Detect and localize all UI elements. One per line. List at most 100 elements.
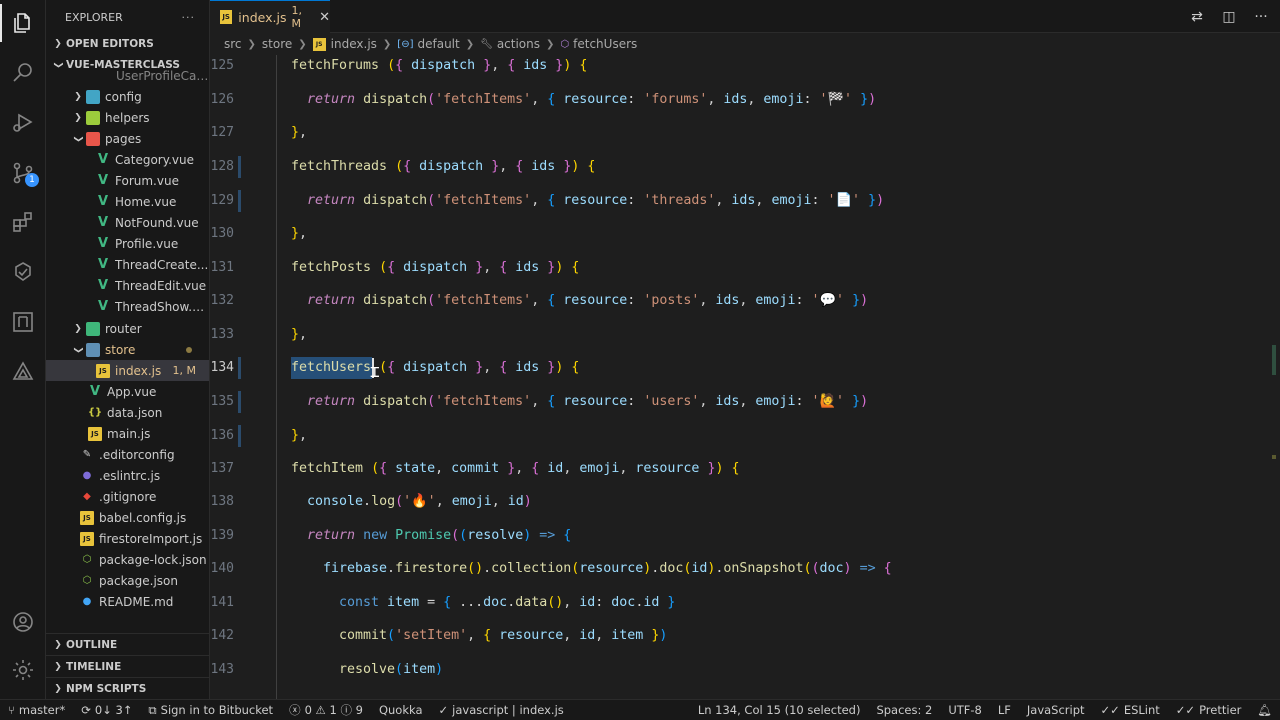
editorconfig-file-icon: ✎ — [82, 449, 92, 460]
code-line: 138 console.log('🔥', emoji, id) — [210, 491, 1270, 513]
breadcrumb-item[interactable]: fetchUsers — [573, 37, 637, 51]
cursor-position-status[interactable]: Ln 134, Col 15 (10 selected) — [690, 703, 869, 717]
remote-explorer-icon[interactable] — [0, 299, 46, 345]
notifications-icon[interactable]: 🔔︎ — [1249, 703, 1280, 717]
chevron-right-icon: ❯ — [54, 639, 62, 650]
line-number: 143 — [210, 662, 234, 677]
breadcrumb-item[interactable]: actions — [497, 37, 540, 51]
gutter-change-marker — [238, 357, 241, 379]
tree-file-index-js[interactable]: JS index.js 1, M — [46, 360, 209, 381]
vue-file-icon: V — [97, 215, 109, 230]
account-icon[interactable] — [0, 599, 46, 645]
quokka-icon[interactable] — [0, 349, 46, 395]
code-line: 127}, — [210, 122, 1270, 144]
gutter-change-marker — [238, 391, 241, 413]
breadcrumb-item[interactable]: index.js — [331, 37, 377, 51]
tree-folder-router[interactable]: ❯ router — [46, 318, 209, 339]
language-path-status[interactable]: ✓ javascript | index.js — [431, 703, 572, 717]
wrench-icon: 🔧︎ — [480, 38, 493, 50]
tree-file-category-vue[interactable]: V Category.vue — [46, 149, 209, 170]
code-editor[interactable]: 125 fetchForums ({ dispatch }, { ids }) {… — [210, 55, 1280, 699]
tree-file-profile-vue[interactable]: V Profile.vue — [46, 233, 209, 254]
timeline-section[interactable]: ❯ TIMELINE — [46, 655, 209, 677]
code-line: 128 fetchThreads ({ dispatch }, { ids }) … — [210, 156, 1270, 178]
tree-file-package-json[interactable]: ⬡ package.json — [46, 570, 209, 591]
breadcrumb-item[interactable]: src — [224, 37, 242, 51]
tree-file-main-js[interactable]: JS main.js — [46, 423, 209, 444]
line-number: 129 — [210, 193, 234, 208]
tree-file-threadedit-vue[interactable]: V ThreadEdit.vue — [46, 275, 209, 296]
tree-file-home-vue[interactable]: V Home.vue — [46, 191, 209, 212]
tree-folder-config[interactable]: ❯ config — [46, 86, 209, 107]
branch-icon: ⑂ — [8, 703, 15, 717]
tree-item-label: index.js — [115, 363, 162, 378]
run-debug-icon[interactable] — [0, 99, 46, 145]
close-icon[interactable]: ✕ — [319, 10, 330, 25]
tree-file-babel-config[interactable]: JS babel.config.js — [46, 507, 209, 528]
npm-scripts-section[interactable]: ❯ NPM SCRIPTS — [46, 677, 209, 699]
eol-status[interactable]: LF — [990, 703, 1019, 717]
search-icon[interactable] — [0, 49, 46, 95]
eslint-status[interactable]: ✓✓ ESLint — [1093, 703, 1168, 717]
encoding-status[interactable]: UTF-8 — [940, 703, 990, 717]
split-editor-icon[interactable]: ◫ — [1220, 9, 1238, 25]
npm-scripts-label: NPM SCRIPTS — [66, 682, 147, 695]
line-number: 142 — [210, 628, 234, 643]
mouse-ibeam-icon: ⌶ — [370, 362, 380, 381]
code-text: }, — [291, 327, 308, 342]
problems-status[interactable]: ⓧ 0 ⚠ 1 ⓘ 9 — [281, 702, 371, 718]
tree-folder-store[interactable]: ❯ store — [46, 339, 209, 360]
branch-status[interactable]: ⑂ master* — [0, 703, 73, 717]
more-actions-icon[interactable]: ··· — [182, 11, 196, 24]
breadcrumb-item[interactable]: default — [417, 37, 459, 51]
tree-file-data-json[interactable]: {} data.json — [46, 402, 209, 423]
testing-icon[interactable] — [0, 249, 46, 295]
quokka-status[interactable]: Quokka — [371, 703, 431, 717]
chevron-right-icon: ❯ — [74, 91, 82, 102]
source-control-icon[interactable]: 1 — [0, 150, 46, 196]
code-text: return dispatch('fetchItems', { resource… — [307, 92, 877, 107]
more-actions-icon[interactable]: ··· — [1252, 9, 1270, 25]
tree-file-editorconfig[interactable]: ✎ .editorconfig — [46, 444, 209, 465]
sync-status[interactable]: ⟳ 0↓ 3↑ — [73, 703, 140, 717]
code-line: 142 commit('setItem', { resource, id, ite… — [210, 625, 1270, 647]
git-status-tag: 1, M — [172, 364, 196, 377]
tree-item-label: package.json — [99, 573, 179, 588]
breadcrumb-item[interactable]: store — [262, 37, 292, 51]
tree-file-app-vue[interactable]: V App.vue — [46, 381, 209, 402]
line-number: 125 — [210, 58, 234, 73]
tree-file-threadcreate-vue[interactable]: V ThreadCreate... — [46, 254, 209, 275]
tree-file-eslintrc[interactable]: ● .eslintrc.js — [46, 465, 209, 486]
explorer-icon[interactable] — [0, 0, 46, 46]
tree-folder-helpers[interactable]: ❯ helpers — [46, 107, 209, 128]
outline-section[interactable]: ❯ OUTLINE — [46, 633, 209, 655]
line-number: 132 — [210, 293, 234, 308]
code-line: 126 return dispatch('fetchItems', { resou… — [210, 89, 1270, 111]
tree-file-notfound-vue[interactable]: V NotFound.vue — [46, 212, 209, 233]
vue-file-icon: V — [97, 278, 109, 293]
compare-changes-icon[interactable]: ⇄ — [1188, 9, 1206, 25]
tree-file-firestoreimport[interactable]: JS firestoreImport.js — [46, 528, 209, 549]
tab-index-js[interactable]: JS index.js 1, M ✕ — [210, 0, 330, 33]
tree-file-forum-vue[interactable]: V Forum.vue — [46, 170, 209, 191]
code-text: return dispatch('fetchItems', { resource… — [307, 193, 885, 208]
bitbucket-label: Sign in to Bitbucket — [160, 703, 274, 717]
tree-item-label: config — [105, 89, 142, 104]
extensions-icon[interactable] — [0, 199, 46, 245]
tree-file-readme[interactable]: ● README.md — [46, 591, 209, 612]
indentation-status[interactable]: Spaces: 2 — [868, 703, 940, 717]
tree-item-userprofilecard[interactable]: UserProfileCar... — [46, 65, 209, 86]
bitbucket-status[interactable]: ⧉ Sign in to Bitbucket — [140, 703, 281, 718]
open-editors-section[interactable]: ❯ OPEN EDITORS — [46, 33, 209, 55]
prettier-status[interactable]: ✓✓ Prettier — [1168, 703, 1250, 717]
code-text: fetchPosts ({ dispatch }, { ids }) { — [291, 260, 580, 275]
language-mode-status[interactable]: JavaScript — [1019, 703, 1093, 717]
tree-folder-pages[interactable]: ❯ pages — [46, 128, 209, 149]
editor-scrollbar[interactable] — [1266, 55, 1280, 699]
tree-file-gitignore[interactable]: ◆ .gitignore — [46, 486, 209, 507]
settings-gear-icon[interactable] — [0, 647, 46, 693]
tree-file-threadshow-vue[interactable]: V ThreadShow.vue — [46, 296, 209, 317]
tree-item-label: babel.config.js — [99, 510, 187, 525]
chevron-right-icon: ❯ — [382, 38, 392, 50]
tree-file-package-lock[interactable]: ⬡ package-lock.json — [46, 549, 209, 570]
